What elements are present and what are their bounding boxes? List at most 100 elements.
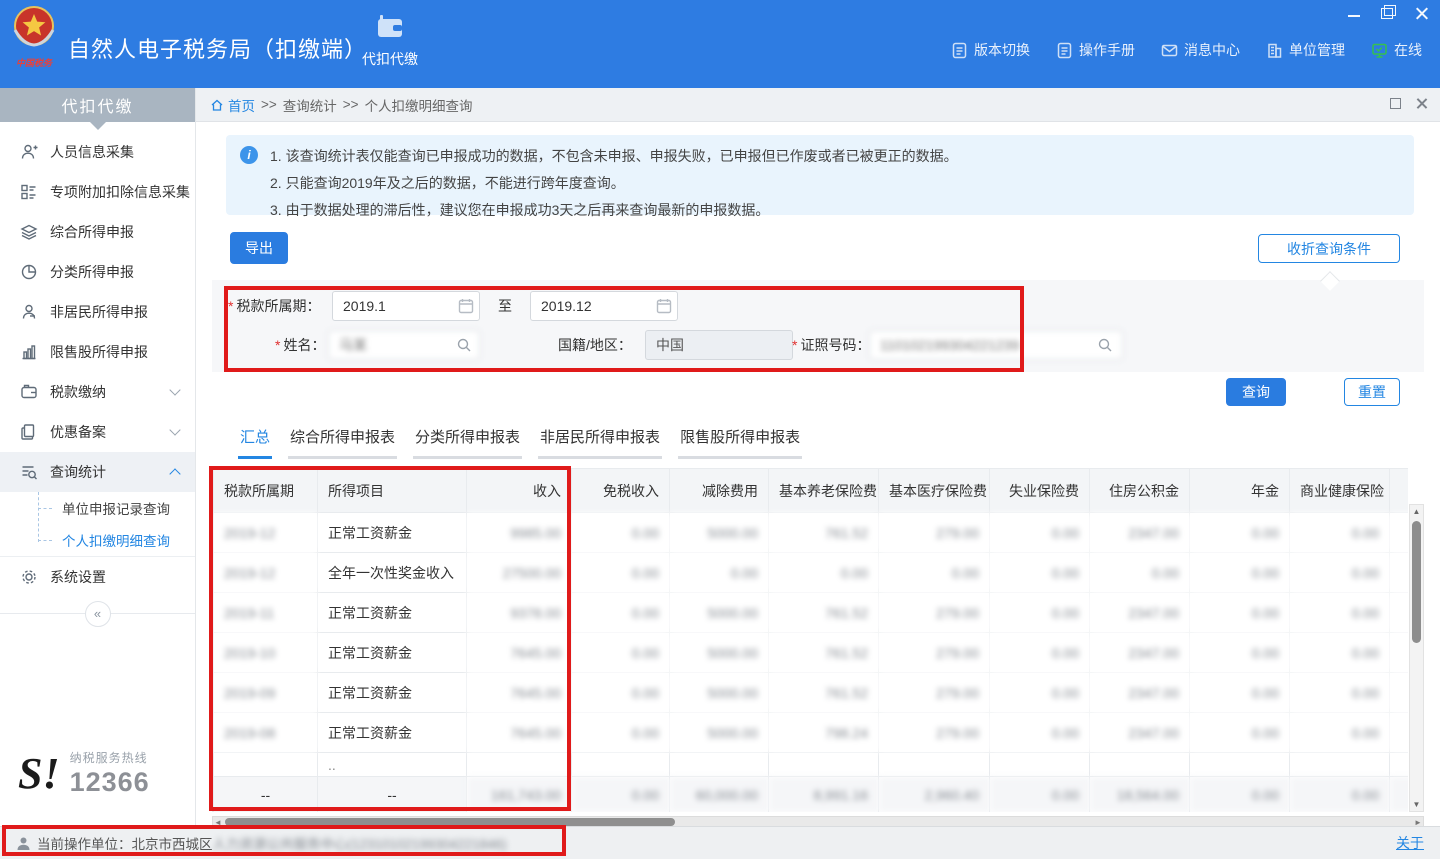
close-icon[interactable] [1414,6,1430,20]
id-number-input[interactable] [869,330,1123,360]
table-cell: 正常工资薪金 [318,513,467,553]
sidebar-collapse-button[interactable]: « [85,601,111,627]
breadcrumb-item: 查询统计 [283,95,337,115]
table-cell [1090,753,1190,777]
table-cell: 2019-10 [214,633,318,673]
content-area: i 1. 该查询统计表仅能查询已申报成功的数据，不包含未申报、申报失败，已申报但… [196,122,1440,826]
person-add-icon [20,143,38,161]
query-button[interactable]: 查询 [1226,378,1286,406]
home-icon [210,98,224,112]
table-row[interactable]: 2019-09正常工资薪金7645.000.005000.00761.52279… [214,673,1409,713]
sidebar-item-system-settings[interactable]: 系统设置 [0,557,195,597]
tab-nonresident-income[interactable]: 非居民所得申报表 [538,426,662,459]
person-icon [16,836,31,851]
minimize-icon[interactable] [1346,6,1362,20]
table-row[interactable]: 2019-10正常工资薪金7645.000.005000.00761.52279… [214,633,1409,673]
sidebar-subitem-personal-withholding-query[interactable]: 个人扣缴明细查询 [0,524,195,556]
table-cell [214,753,318,777]
export-button[interactable]: 导出 [230,232,288,264]
collapse-query-button[interactable]: 收折查询条件 [1258,234,1400,263]
menu-unit-management[interactable]: 单位管理 [1266,40,1345,60]
table-cell: 0.00 [1190,513,1290,553]
vertical-scroll-thumb[interactable] [1412,521,1421,643]
nav-tab-label: 代扣代缴 [348,49,432,69]
breadcrumb-home[interactable]: 首页 [210,95,255,115]
sidebar-item-comprehensive-income[interactable]: 综合所得申报 [0,212,195,252]
sidebar-subitem-unit-declaration-query[interactable]: 单位申报记录查询 [0,492,195,524]
close-icon[interactable] [1415,97,1428,110]
table-cell: 0.00 [1290,633,1390,673]
table-cell: 0.00 [879,553,990,593]
sidebar-item-preference-record[interactable]: 优惠备案 [0,412,195,452]
table-row[interactable]: 2019-12正常工资薪金9985.000.005000.00761.52279… [214,513,1409,553]
sidebar-item-query-statistics[interactable]: 查询统计 [0,452,195,492]
vertical-scrollbar[interactable]: ▲ ▼ [1409,504,1424,812]
summary-row: ----161,743.000.0060,000.008,991.162,960… [214,777,1409,813]
column-header: 税延养老保险 [1390,469,1409,513]
table-cell: 798.24 [769,713,879,753]
tab-comprehensive-income[interactable]: 综合所得申报表 [288,426,397,459]
about-link[interactable]: 关于 [1396,833,1424,853]
sidebar-item-nonresident-income[interactable]: 非居民所得申报 [0,292,195,332]
table-cell: 正常工资薪金 [318,633,467,673]
hotline-logo: S! 纳税服务热线 12366 [18,749,150,798]
scroll-up-icon[interactable]: ▲ [1410,505,1423,518]
table-cell [879,753,990,777]
search-icon[interactable] [456,337,472,353]
table-row-partial[interactable]: .. [214,753,1409,777]
menu-label: 版本切换 [974,40,1030,60]
to-label: 至 [498,290,512,322]
table-row[interactable]: 2019-08正常工资薪金7645.000.005000.00798.24279… [214,713,1409,753]
notice-line: 2. 只能查询2019年及之后的数据，不能进行跨年度查询。 [270,170,1402,197]
reset-button[interactable]: 重置 [1344,378,1400,406]
sidebar-item-personnel-info[interactable]: 人员信息采集 [0,132,195,172]
table-cell: 0.00 [990,633,1090,673]
calendar-icon[interactable] [656,298,672,314]
table-cell: 0.00 [572,673,670,713]
table-cell: 0.00 [1090,553,1190,593]
nav-tab-withholding[interactable]: 代扣代缴 [348,14,432,84]
sidebar-item-classified-income[interactable]: 分类所得申报 [0,252,195,292]
online-monitor-icon [1371,42,1388,59]
table-header: 税款所属期所得项目收入免税收入减除费用基本养老保险费基本医疗保险费失业保险费住房… [214,469,1409,513]
table-cell: 279.00 [879,713,990,753]
menu-message-center[interactable]: 消息中心 [1161,40,1240,60]
restore-icon[interactable] [1380,6,1396,20]
search-icon[interactable] [1097,337,1113,353]
table-cell: -- [318,777,467,813]
tab-classified-income[interactable]: 分类所得申报表 [413,426,522,459]
table-cell: 0.00 [1290,593,1390,633]
table-cell: 正常工资薪金 [318,713,467,753]
calendar-icon[interactable] [458,298,474,314]
notice-line: 1. 该查询统计表仅能查询已申报成功的数据，不包含未申报、申报失败，已申报但已作… [270,143,1402,170]
table-row[interactable]: 2019-12全年一次性奖金收入27500.000.000.000.000.00… [214,553,1409,593]
table-cell: 161,743.00 [467,777,572,813]
tab-restricted-shares[interactable]: 限售股所得申报表 [678,426,802,459]
table-cell: 0.00 [670,553,769,593]
horizontal-scroll-thumb[interactable] [225,818,675,826]
table-row[interactable]: 2019-11正常工资薪金9378.000.005000.00761.52279… [214,593,1409,633]
current-unit-visible: 北京市西城区 [132,833,213,853]
table-cell: 0.00 [572,777,670,813]
sidebar-item-tax-payment[interactable]: 税款缴纳 [0,372,195,412]
table-cell: 9378.00 [467,593,572,633]
sidebar-subitem-label: 个人扣缴明细查询 [62,530,170,550]
tab-summary[interactable]: 汇总 [238,426,272,459]
name-label: *姓名： [275,329,325,361]
table-cell: 0.00 [990,513,1090,553]
column-header: 基本医疗保险费 [879,469,990,513]
menu-version-switch[interactable]: 版本切换 [951,40,1030,60]
wallet-icon [20,383,38,401]
form-row-person: *姓名： 国籍/地区： *证照号码： [212,320,1424,360]
table-cell: 0.00 [990,673,1090,713]
sidebar-item-special-deduction[interactable]: 专项附加扣除信息采集 [0,172,195,212]
maximize-icon[interactable] [1390,98,1401,109]
menu-online-status[interactable]: 在线 [1371,40,1422,60]
menu-manual[interactable]: 操作手册 [1056,40,1135,60]
table-cell: 0.00 [572,553,670,593]
table-cell: 0.00 [1290,553,1390,593]
column-header: 年金 [1190,469,1290,513]
sidebar-item-restricted-shares[interactable]: 限售股所得申报 [0,332,195,372]
breadcrumb: 首页 >> 查询统计 >> 个人扣缴明细查询 [196,88,1440,122]
scroll-down-icon[interactable]: ▼ [1410,798,1423,811]
